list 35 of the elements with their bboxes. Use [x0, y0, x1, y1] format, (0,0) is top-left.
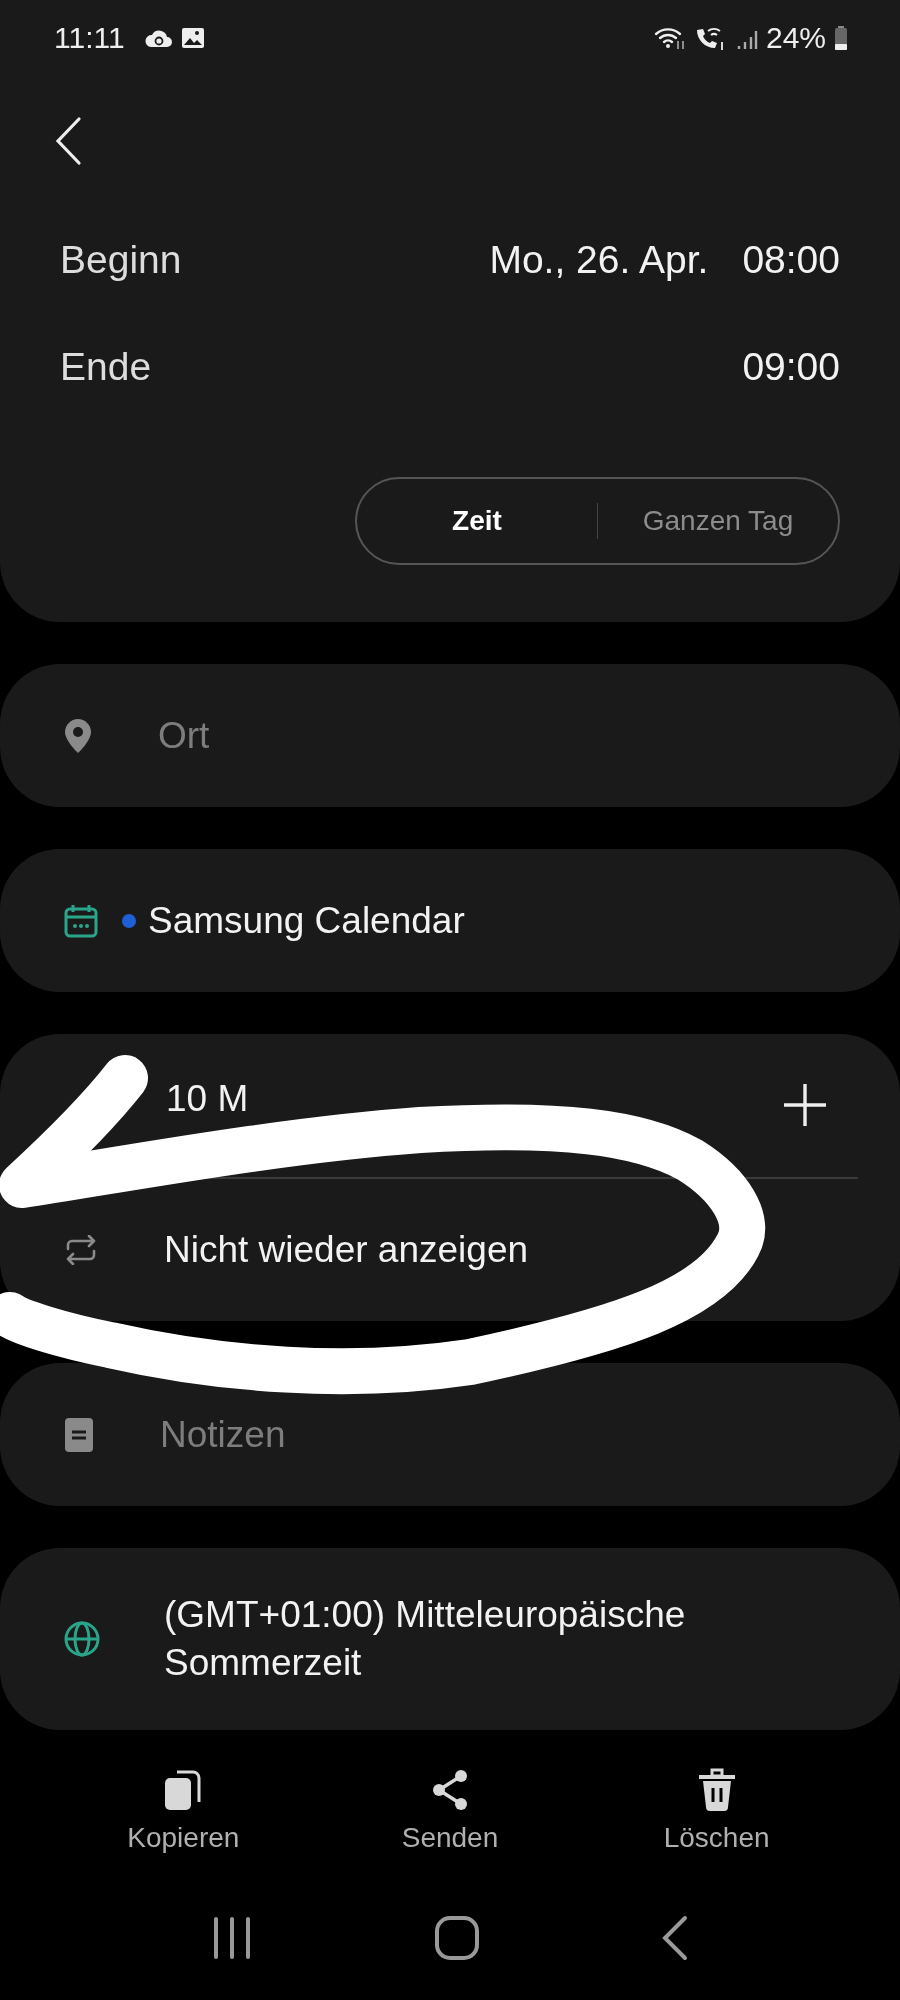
home-button[interactable] — [434, 1915, 480, 1961]
mode-option[interactable]: Zeit — [357, 479, 597, 563]
location-field[interactable]: Ort — [158, 714, 658, 757]
calendar-card[interactable]: Samsung Calendar — [0, 849, 900, 992]
battery-icon — [834, 25, 848, 51]
time-value[interactable]: 09:00 — [742, 344, 840, 389]
status-time: 11:11 — [54, 21, 125, 55]
trash-icon — [696, 1768, 737, 1812]
date-value[interactable]: Mo., 26. Apr. — [489, 237, 709, 282]
delete-button[interactable]: Löschen — [606, 1768, 827, 1880]
share-icon — [430, 1768, 470, 1812]
time-label: Ende — [60, 344, 152, 389]
calendar-icon — [64, 903, 98, 938]
image-icon — [180, 26, 205, 50]
notes-field[interactable]: Notizen — [160, 1413, 660, 1456]
wifi-icon — [653, 25, 686, 51]
reminder-value[interactable]: 10 M — [166, 1078, 249, 1121]
location-pin-icon — [64, 717, 92, 754]
time-value[interactable]: 08:00 — [742, 237, 840, 282]
timezone-value: (GMT+01:00) Mitteleuropäische Sommerzeit — [164, 1592, 687, 1685]
globe-icon — [64, 1621, 100, 1657]
copy-button[interactable]: Kopieren — [73, 1768, 294, 1880]
repeat-icon — [64, 1234, 98, 1265]
repeat-value[interactable]: Nicht wieder anzeigen — [164, 1228, 529, 1271]
nav-back-button[interactable] — [660, 1915, 690, 1961]
note-icon — [64, 1416, 94, 1453]
calendar-name: Samsung Calendar — [148, 899, 465, 942]
mode-option[interactable]: Ganzen Tag — [598, 479, 838, 563]
copy-icon — [163, 1768, 204, 1812]
share-button[interactable]: Senden — [340, 1768, 560, 1880]
back-button[interactable] — [54, 116, 82, 166]
battery-percent: 24% — [765, 21, 826, 55]
add-icon[interactable] — [782, 1082, 828, 1129]
time-label: Beginn — [60, 237, 182, 282]
timezone-card[interactable]: (GMT+01:00) Mitteleuropäische Sommerzeit — [0, 1548, 900, 1730]
